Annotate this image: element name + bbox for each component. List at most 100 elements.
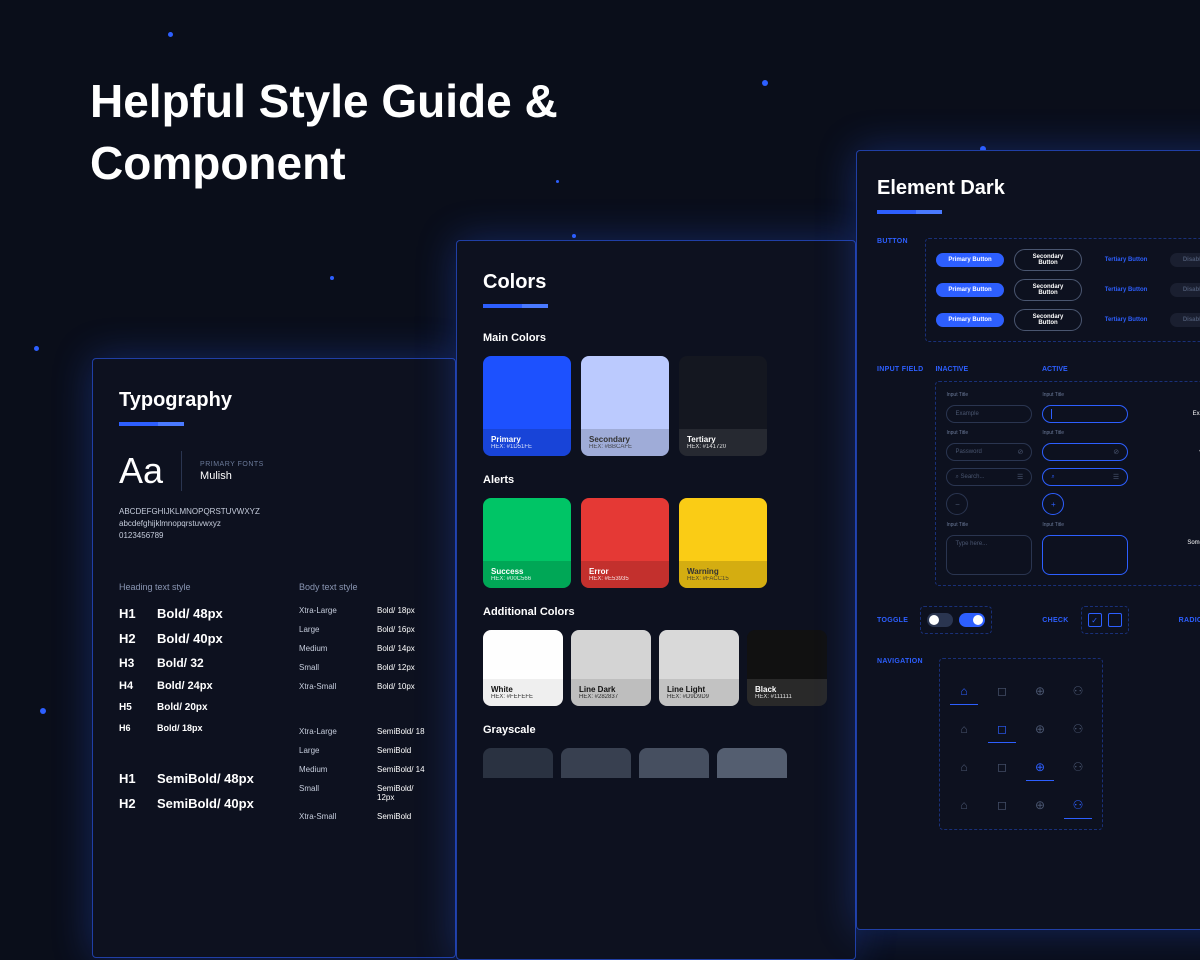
heading-label: Heading text style	[119, 582, 269, 592]
disabled-button: Disable Button	[1170, 253, 1200, 267]
textarea-input[interactable]	[1042, 535, 1128, 575]
password-input[interactable]: ⊘	[1042, 443, 1128, 461]
user-icon[interactable]: ⚇	[1064, 791, 1092, 819]
input-title-label: Input Title	[946, 522, 1032, 528]
user-icon[interactable]: ⚇	[1064, 715, 1092, 743]
search-input-filled[interactable]: ☰	[1138, 468, 1200, 486]
toggle-on[interactable]	[959, 613, 985, 627]
tertiary-button[interactable]: Tertiary Button	[1092, 313, 1160, 327]
primary-button[interactable]: Primary Button	[936, 313, 1004, 327]
input-title-label: Input Title	[1042, 430, 1128, 436]
primary-fonts-label: PRIMARY FONTS	[200, 461, 264, 468]
radio-label: RADIO	[1179, 617, 1200, 624]
text-input[interactable]: Example	[946, 405, 1032, 423]
body-row: LargeSemiBold	[299, 746, 429, 755]
swatch-secondary: SecondaryHEX: #BBCAFE	[581, 356, 669, 456]
text-input-filled[interactable]: Example	[1138, 405, 1200, 423]
swatch-white: WhiteHEX: #FEFEFE	[483, 630, 563, 706]
filter-icon[interactable]: ☰	[1017, 473, 1023, 481]
navigation-showcase: ⌂ ◻ ⊕ ⚇ ⌂ ◻ ⊕ ⚇ ⌂ ◻ ⊕ ⚇ ⌂ ◻ ⊕ ⚇	[939, 658, 1103, 830]
toggle-label: TOGGLE	[877, 617, 908, 624]
password-input-filled[interactable]: ••••••••	[1138, 443, 1200, 461]
textarea-filled[interactable]: Something	[1138, 535, 1200, 575]
input-title-label: Input Title	[1042, 522, 1128, 528]
grayscale-label: Grayscale	[483, 724, 829, 736]
secondary-button[interactable]: Secondary Button	[1014, 309, 1082, 331]
primary-button[interactable]: Primary Button	[936, 283, 1004, 297]
font-name: Mulish	[200, 470, 264, 482]
stepper-increment[interactable]: +	[1042, 493, 1064, 515]
search-input[interactable]: ⌕ Search...☰	[946, 468, 1032, 486]
alphabet-sample: ABCDEFGHIJKLMNOPQRSTUVWXYZ abcdefghijklm…	[119, 506, 429, 542]
secondary-button[interactable]: Secondary Button	[1014, 249, 1082, 271]
map-icon[interactable]: ⊕	[1026, 677, 1054, 705]
swatch-success: SuccessHEX: #00C566	[483, 498, 571, 588]
home-icon[interactable]: ⌂	[950, 791, 978, 819]
map-icon[interactable]: ⊕	[1026, 715, 1054, 743]
heading-row: H5Bold/ 20px	[119, 702, 269, 713]
map-icon[interactable]: ⊕	[1026, 753, 1054, 781]
swatch-black: BlackHEX: #111111	[747, 630, 827, 706]
heading-row: H3Bold/ 32	[119, 656, 269, 670]
tertiary-button[interactable]: Tertiary Button	[1092, 283, 1160, 297]
chat-icon[interactable]: ◻	[988, 677, 1016, 705]
eye-off-icon[interactable]: ⊘	[1113, 448, 1119, 456]
swatch-error: ErrorHEX: #E53935	[581, 498, 669, 588]
swatch-gray	[483, 748, 553, 778]
checkbox-checked[interactable]: ✓	[1088, 613, 1102, 627]
body-row: MediumBold/ 14px	[299, 644, 429, 653]
textarea-input[interactable]: Type here...	[946, 535, 1032, 575]
colors-panel: Colors Main Colors PrimaryHEX: #1D51FE S…	[456, 240, 856, 960]
chat-icon[interactable]: ◻	[988, 753, 1016, 781]
input-title-label: Input Title	[1042, 392, 1128, 398]
swatch-warning: WarningHEX: #FACC15	[679, 498, 767, 588]
body-label: Body text style	[299, 582, 429, 592]
home-icon[interactable]: ⌂	[950, 715, 978, 743]
body-row: Xtra-SmallBold/ 10px	[299, 682, 429, 691]
filled-label: FILLED	[1149, 366, 1200, 373]
user-icon[interactable]: ⚇	[1064, 753, 1092, 781]
title-underline	[483, 304, 548, 308]
swatch-gray	[717, 748, 787, 778]
alerts-label: Alerts	[483, 474, 829, 486]
password-input[interactable]: Password⊘	[946, 443, 1032, 461]
chat-icon[interactable]: ◻	[988, 715, 1016, 743]
element-dark-title: Element Dark	[877, 177, 1200, 200]
check-label: CHECK	[1042, 617, 1068, 624]
toggle-off[interactable]	[927, 613, 953, 627]
home-icon[interactable]: ⌂	[950, 677, 978, 705]
chat-icon[interactable]: ◻	[988, 791, 1016, 819]
typography-title: Typography	[119, 389, 429, 412]
input-title-label: Input Title	[946, 392, 1032, 398]
swatch-line-light: Line LightHEX: #D9D9D9	[659, 630, 739, 706]
input-title-label: Input Title	[1138, 430, 1200, 436]
text-input[interactable]	[1042, 405, 1128, 423]
map-icon[interactable]: ⊕	[1026, 791, 1054, 819]
heading-row: H1Bold/ 48px	[119, 606, 269, 621]
user-icon[interactable]: ⚇	[1064, 677, 1092, 705]
swatch-gray	[639, 748, 709, 778]
title-underline	[119, 422, 184, 426]
tertiary-button[interactable]: Tertiary Button	[1092, 253, 1160, 267]
swatch-gray	[561, 748, 631, 778]
colors-title: Colors	[483, 271, 829, 294]
swatch-tertiary: TertiaryHEX: #141720	[679, 356, 767, 456]
element-dark-panel: Element Dark BUTTON Primary Button Secon…	[856, 150, 1200, 930]
checkbox-unchecked[interactable]	[1108, 613, 1122, 627]
additional-label: Additional Colors	[483, 606, 829, 618]
title-underline	[877, 210, 942, 214]
input-showcase: Input Title Example Input Title Password…	[935, 381, 1200, 586]
body-row: LargeBold/ 16px	[299, 625, 429, 634]
divider	[181, 451, 182, 491]
input-title-label: Input Title	[1138, 392, 1200, 398]
body-row: Xtra-LargeSemiBold/ 18	[299, 727, 429, 736]
filter-icon[interactable]: ☰	[1113, 473, 1119, 481]
stepper-decrement[interactable]: −	[946, 493, 968, 515]
home-icon[interactable]: ⌂	[950, 753, 978, 781]
eye-off-icon[interactable]: ⊘	[1017, 448, 1023, 456]
secondary-button[interactable]: Secondary Button	[1014, 279, 1082, 301]
inactive-label: INACTIVE	[935, 366, 1022, 373]
navigation-label: NAVIGATION	[877, 658, 927, 830]
primary-button[interactable]: Primary Button	[936, 253, 1004, 267]
search-input[interactable]: ⌕☰	[1042, 468, 1128, 486]
